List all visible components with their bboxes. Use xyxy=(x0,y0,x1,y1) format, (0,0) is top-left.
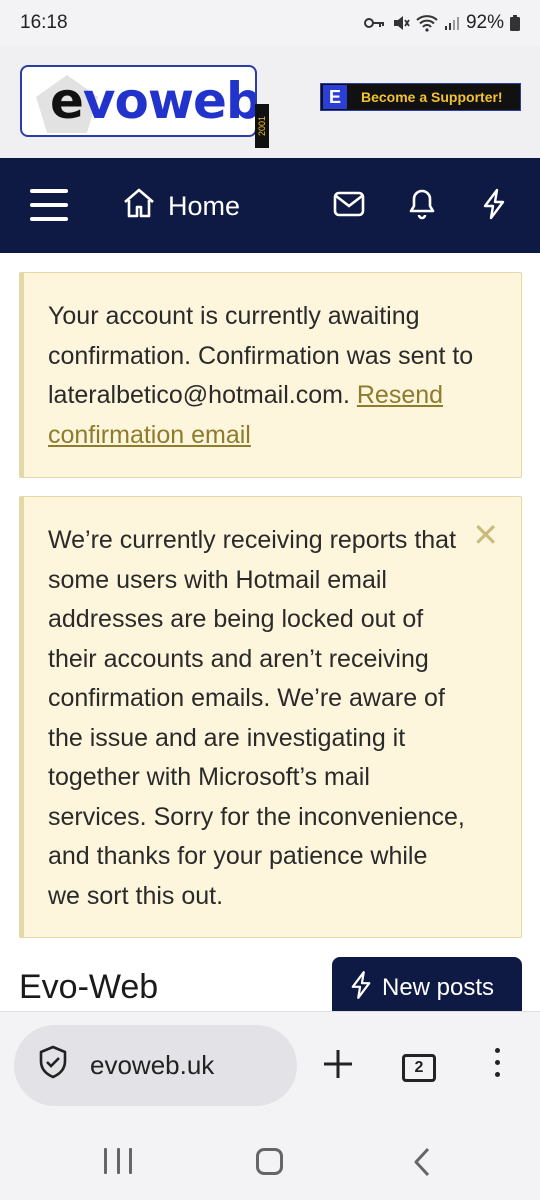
page-title: Evo-Web xyxy=(19,968,159,1006)
bell-icon[interactable] xyxy=(408,188,436,225)
menu-icon[interactable] xyxy=(30,189,68,223)
back-icon[interactable] xyxy=(412,1147,432,1182)
status-bar: 16:18 92% xyxy=(0,0,540,46)
address-bar[interactable]: evoweb.uk xyxy=(14,1025,297,1106)
status-time: 16:18 xyxy=(20,12,68,33)
supporter-label: Become a Supporter! xyxy=(361,89,503,105)
account-confirmation-notice: Your account is currently awaiting confi… xyxy=(19,272,522,478)
mail-icon[interactable] xyxy=(333,191,365,222)
bolt-icon[interactable] xyxy=(482,188,506,225)
hotmail-issue-notice: We’re currently receiving reports that s… xyxy=(19,496,522,938)
home-link[interactable]: Home xyxy=(122,188,240,225)
bolt-icon xyxy=(350,970,372,1007)
url-text: evoweb.uk xyxy=(90,1050,215,1080)
logo-year-badge: 2001 xyxy=(255,104,269,148)
nav-bar: Home xyxy=(0,158,540,253)
site-logo[interactable]: evoweb xyxy=(20,65,257,137)
battery-icon xyxy=(510,15,520,31)
site-header: evoweb 2001 E Become a Supporter! xyxy=(0,46,540,158)
shield-icon xyxy=(38,1045,68,1086)
new-posts-button[interactable]: New posts xyxy=(332,957,522,1019)
logo-wordmark: evoweb xyxy=(50,72,257,130)
close-icon[interactable]: ✕ xyxy=(472,519,499,551)
supporter-e-badge: E xyxy=(323,85,347,109)
system-navigation-bar xyxy=(0,1121,540,1200)
home-label: Home xyxy=(168,191,241,221)
wifi-icon xyxy=(416,14,438,32)
status-icons: 92% xyxy=(363,12,520,34)
become-supporter-banner[interactable]: E Become a Supporter! xyxy=(320,83,521,111)
new-posts-label: New posts xyxy=(382,974,495,1001)
hotmail-notice-text: We’re currently receiving reports that s… xyxy=(48,526,465,910)
key-icon xyxy=(363,16,386,30)
new-tab-button[interactable] xyxy=(322,1048,354,1085)
signal-icon xyxy=(444,15,460,31)
tab-switcher-button[interactable]: 2 xyxy=(402,1054,436,1082)
battery-level: 92% xyxy=(465,12,504,33)
recent-apps-icon[interactable] xyxy=(104,1148,132,1174)
browser-toolbar: evoweb.uk 2 xyxy=(0,1011,540,1121)
home-button-icon[interactable] xyxy=(256,1148,283,1175)
mute-icon xyxy=(392,14,410,32)
home-icon xyxy=(122,188,156,225)
more-options-icon[interactable] xyxy=(495,1048,503,1084)
